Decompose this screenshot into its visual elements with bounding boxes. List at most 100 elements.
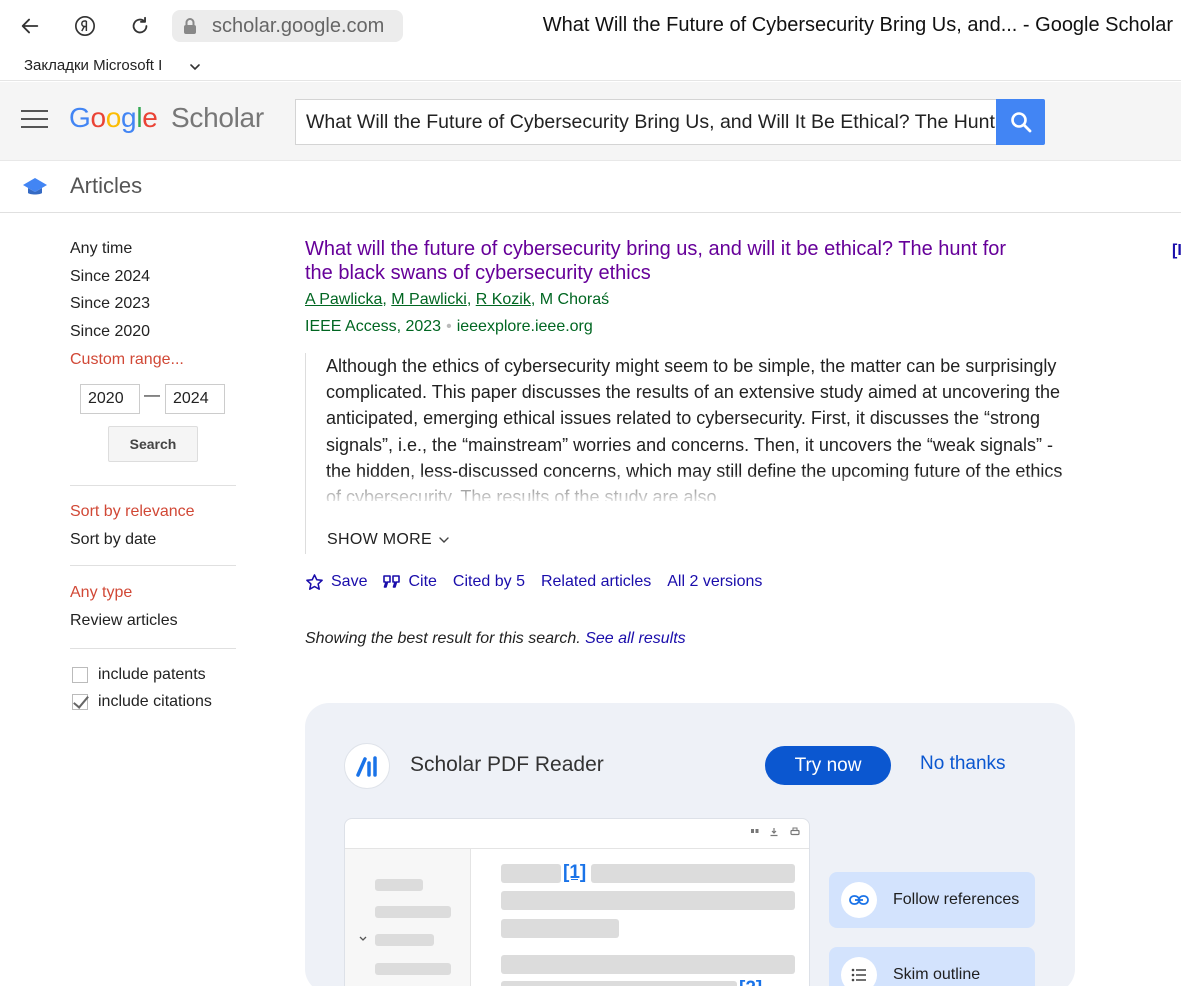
text-line: [501, 891, 795, 910]
search-icon: [1010, 112, 1031, 133]
separator-bullet: •: [446, 318, 452, 335]
list-icon: [841, 957, 877, 986]
quote-icon: [383, 575, 401, 588]
logo-google: Google: [69, 102, 158, 133]
author-link[interactable]: R Kozik: [476, 291, 531, 308]
reload-icon: [132, 16, 148, 34]
reference-marker: [1]: [563, 862, 587, 883]
text-line: [501, 955, 795, 974]
filter-any-time[interactable]: Any time: [70, 237, 236, 265]
search-input[interactable]: [296, 100, 996, 144]
yandex-button[interactable]: [69, 10, 101, 42]
chevron-down-icon: [359, 936, 367, 941]
cited-by-link[interactable]: Cited by 5: [453, 573, 525, 591]
result-actions: Save Cite Cited by 5 Related articles Al…: [305, 571, 778, 593]
preview-toolbar: [345, 819, 809, 849]
tab-title: What Will the Future of Cybersecurity Br…: [542, 14, 1173, 36]
cite-button[interactable]: Cite: [383, 573, 437, 591]
filter-custom-range[interactable]: Custom range...: [70, 348, 236, 376]
date-to-input[interactable]: 2024: [165, 384, 225, 414]
feature-follow-references: Follow references: [829, 872, 1035, 928]
preview-outline: [345, 849, 471, 986]
source-domain: ieeexplore.ieee.org: [456, 318, 593, 335]
related-articles-link[interactable]: Related articles: [541, 573, 651, 591]
date-search-button[interactable]: Search: [108, 426, 198, 462]
show-more-button[interactable]: SHOW MORE: [327, 531, 450, 549]
pdf-reader-logo-icon: [344, 743, 390, 789]
yandex-icon: [75, 16, 95, 36]
graduation-cap-icon: [23, 178, 47, 195]
google-scholar-logo[interactable]: Google Scholar: [69, 102, 264, 134]
divider: [70, 485, 236, 486]
filter-since-2023[interactable]: Since 2023: [70, 292, 236, 320]
sort-by-date[interactable]: Sort by date: [70, 528, 195, 556]
text-line: [591, 864, 795, 883]
all-versions-link[interactable]: All 2 versions: [667, 573, 762, 591]
author-link[interactable]: M Pawlicki: [391, 291, 467, 308]
address-bar[interactable]: scholar.google.com: [172, 10, 403, 42]
result-title-line-1: What will the future of cybersecurity br…: [305, 238, 1007, 260]
pdf-reader-promo: Scholar PDF Reader Try now No thanks [1]…: [305, 703, 1075, 986]
result-authors: A Pawlicka, M Pawlicki, R Kozik, M Chora…: [305, 291, 610, 308]
cite-label: Cite: [408, 573, 437, 590]
showing-text: Showing the best result for this search.: [305, 630, 581, 647]
pdf-link-fragment[interactable]: [I: [1172, 242, 1181, 260]
outline-line: [375, 879, 423, 891]
section-bar: Articles: [0, 161, 1181, 213]
search-button[interactable]: [996, 99, 1045, 145]
include-citations-checkbox[interactable]: [72, 694, 88, 710]
venue: IEEE Access, 2023: [305, 318, 442, 335]
see-all-results-link[interactable]: See all results: [585, 630, 686, 647]
sort-by-relevance[interactable]: Sort by relevance: [70, 500, 195, 528]
arrow-left-icon: [21, 18, 39, 34]
lock-icon: [176, 10, 204, 42]
filter-any-type[interactable]: Any type: [70, 581, 178, 609]
quote-icon: [751, 829, 759, 833]
scholar-header: Google Scholar: [0, 82, 1181, 161]
divider: [70, 565, 236, 566]
download-icon: [770, 828, 778, 837]
feature-skim-outline: Skim outline: [829, 947, 1035, 986]
no-thanks-button[interactable]: No thanks: [920, 753, 1006, 775]
back-button[interactable]: [14, 10, 46, 42]
outline-line: [375, 963, 451, 975]
filters-sidebar: Any time Since 2024 Since 2023 Since 202…: [70, 237, 236, 710]
chevron-down-icon[interactable]: [188, 60, 202, 74]
date-from-input[interactable]: 2020: [80, 384, 140, 414]
show-more-label: SHOW MORE: [327, 531, 432, 548]
bookmarks-folder[interactable]: Закладки Microsoft I: [24, 57, 162, 74]
text-line: [501, 981, 737, 986]
include-patents-option[interactable]: include patents: [72, 664, 206, 686]
text-line: [501, 919, 619, 938]
menu-icon[interactable]: [21, 110, 48, 130]
save-button[interactable]: Save: [305, 573, 367, 592]
include-citations-option[interactable]: include citations: [72, 691, 212, 713]
author-name: M Choraś: [539, 291, 610, 308]
result-title-line-2: the black swans of cybersecurity ethics: [305, 262, 651, 284]
bookmarks-bar: Закладки Microsoft I: [0, 53, 1181, 81]
url-text: scholar.google.com: [212, 14, 385, 37]
date-dash: —: [144, 387, 160, 404]
include-patents-checkbox[interactable]: [72, 667, 88, 683]
feature-label: Skim outline: [893, 966, 981, 983]
filter-since-2024[interactable]: Since 2024: [70, 265, 236, 293]
reload-button[interactable]: [124, 10, 156, 42]
best-result-notice: Showing the best result for this search.…: [305, 630, 686, 648]
try-now-button[interactable]: Try now: [765, 746, 891, 785]
abstract-text: Although the ethics of cybersecurity mig…: [326, 353, 1075, 501]
browser-toolbar: scholar.google.com What Will the Future …: [0, 0, 1181, 53]
include-patents-label: include patents: [98, 666, 206, 683]
custom-range-inputs: 2020 — 2024: [80, 384, 226, 414]
author-link[interactable]: A Pawlicka: [305, 291, 382, 308]
chevron-down-icon: [439, 537, 449, 543]
filter-since-2020[interactable]: Since 2020: [70, 320, 236, 348]
include-citations-label: include citations: [98, 693, 212, 710]
outline-line: [375, 906, 451, 918]
result-publication: IEEE Access, 2023 • ieeexplore.ieee.org: [305, 317, 1075, 337]
pdf-reader-preview: [1] [2]: [344, 818, 810, 986]
filter-review-articles[interactable]: Review articles: [70, 609, 178, 637]
result-title-link[interactable]: What will the future of cybersecurity br…: [305, 237, 1075, 285]
section-title: Articles: [70, 173, 143, 198]
search-result: What will the future of cybersecurity br…: [305, 237, 1075, 647]
search-input-wrapper: [295, 99, 996, 145]
